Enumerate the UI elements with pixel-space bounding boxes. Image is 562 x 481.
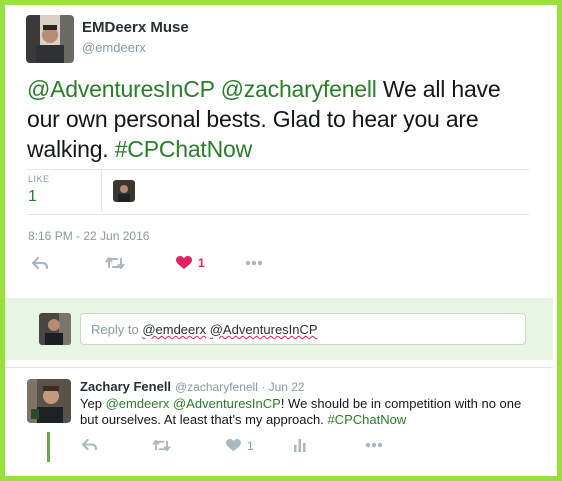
- like-action-count: 1: [198, 256, 205, 270]
- mention-link[interactable]: @zacharyfenell: [221, 76, 377, 102]
- reply-icon[interactable]: [30, 254, 50, 272]
- hashtag-link[interactable]: #CPChatNow: [327, 412, 406, 427]
- more-icon[interactable]: [244, 254, 264, 272]
- reply-author-handle[interactable]: @zacharyfenell: [175, 380, 258, 394]
- retweet-icon[interactable]: [150, 437, 172, 453]
- reply-text: Yep @emdeerx @AdventuresInCP! We should …: [80, 396, 530, 428]
- analytics-icon[interactable]: [292, 437, 308, 453]
- like-count[interactable]: 1: [28, 188, 37, 206]
- tweet-timestamp[interactable]: 8:16 PM - 22 Jun 2016: [28, 229, 149, 243]
- current-user-avatar: [39, 313, 71, 345]
- mention-link[interactable]: @emdeerx: [106, 396, 170, 411]
- reply-mention: @emdeerx: [142, 322, 207, 337]
- reply-like-count: 1: [247, 439, 254, 453]
- retweet-icon[interactable]: [104, 254, 126, 272]
- reply-meta: @zacharyfenell · Jun 22: [175, 380, 305, 394]
- like-label: LIKE: [28, 174, 50, 184]
- divider: [5, 367, 553, 368]
- heart-icon[interactable]: [175, 254, 193, 272]
- stats-separator: [101, 170, 102, 212]
- mention-link[interactable]: @AdventuresInCP: [173, 396, 281, 411]
- meta-separator: ·: [257, 380, 269, 394]
- author-avatar[interactable]: [26, 15, 74, 63]
- author-handle[interactable]: @emdeerx: [82, 40, 146, 55]
- reply-date[interactable]: Jun 22: [269, 380, 305, 394]
- divider: [27, 214, 529, 215]
- hashtag-link[interactable]: #CPChatNow: [115, 136, 253, 162]
- reply-prefix: Reply to: [91, 322, 143, 337]
- more-icon[interactable]: [364, 437, 384, 453]
- tweet-text: @AdventuresInCP @zacharyfenell We all ha…: [27, 74, 527, 164]
- reply-author-name[interactable]: Zachary Fenell: [80, 379, 171, 394]
- thread-line: [47, 432, 50, 462]
- author-name[interactable]: EMDeerx Muse: [82, 19, 189, 36]
- heart-icon[interactable]: [224, 437, 242, 453]
- divider: [27, 169, 529, 170]
- reply-icon[interactable]: [80, 437, 98, 453]
- reply-input[interactable]: Reply to @emdeerx @AdventuresInCP: [80, 313, 526, 345]
- reply-mention: @AdventuresInCP: [209, 322, 318, 337]
- liker-avatar[interactable]: [113, 180, 135, 202]
- mention-link[interactable]: @AdventuresInCP: [27, 76, 215, 102]
- reply-text-prefix: Yep: [80, 396, 106, 411]
- reply-author-avatar[interactable]: [27, 379, 71, 423]
